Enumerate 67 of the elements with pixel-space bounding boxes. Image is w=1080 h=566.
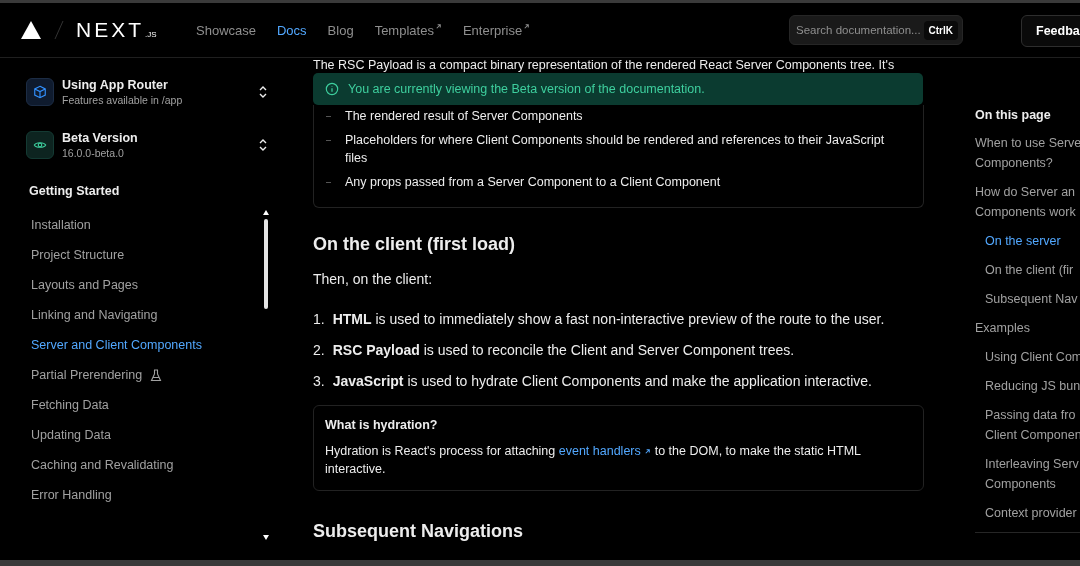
sidebar-item[interactable]: Error Handling xyxy=(26,480,300,510)
list-item: JavaScript is used to hydrate Client Components and make the application interactive. xyxy=(332,373,872,389)
info-icon xyxy=(325,82,339,96)
selector-subtitle: Features available in /app xyxy=(62,94,184,106)
dash-icon xyxy=(326,182,331,183)
sidebar-item[interactable]: Partial Prerendering xyxy=(26,360,300,390)
paragraph: Then, on the client: xyxy=(313,271,434,287)
eye-icon xyxy=(26,131,54,159)
list-number: 3. xyxy=(313,373,325,389)
nav-link[interactable]: Blog xyxy=(327,22,354,38)
toc-link[interactable]: When to use Serve Components? xyxy=(975,133,1080,173)
dash-icon xyxy=(326,116,331,117)
search-bar[interactable]: Search documentation... CtrlK xyxy=(789,15,963,45)
event-handlers-link[interactable]: event handlers xyxy=(558,444,652,458)
scrollbar[interactable] xyxy=(263,210,269,540)
sidebar-item[interactable]: Caching and Revalidating xyxy=(26,450,300,480)
list-item: Placeholders for where Client Components should be rendered and references to their JavaScript files xyxy=(345,132,886,167)
cube-icon xyxy=(26,78,54,106)
external-link-icon xyxy=(644,448,652,455)
toc-link[interactable]: Examples xyxy=(975,318,1080,338)
list-item: HTML is used to immediately show a fast non-interactive preview of the route to the user. xyxy=(332,311,885,327)
sidebar-item[interactable]: Fetching Data xyxy=(26,390,300,420)
selector-dropdown[interactable]: Using App Router Features available in /app xyxy=(26,78,268,106)
sidebar-item[interactable]: Layouts and Pages xyxy=(26,270,300,300)
list-item: The rendered result of Server Components xyxy=(345,108,583,125)
sidebar-item[interactable]: Linking and Navigating xyxy=(26,300,300,330)
logo-wordmark[interactable]: NEXT.JS xyxy=(76,18,157,42)
search-field[interactable]: Search documentation... xyxy=(796,24,924,36)
list-number: 2. xyxy=(313,342,325,358)
list-item: Any props passed from a Server Component to a Client Component xyxy=(345,174,721,191)
section-heading: Subsequent Navigations xyxy=(313,521,525,542)
feedback-button[interactable]: Feedba xyxy=(1021,15,1080,47)
dash-icon xyxy=(326,140,331,141)
sidebar-item[interactable]: Server and Client Components xyxy=(26,330,300,360)
nav-link[interactable]: Showcase xyxy=(196,22,256,38)
chevron-up-down-icon xyxy=(258,138,268,152)
callout-text: Hydration is React's process for attaching event handlers to the DOM, to make the static HTML interactive. xyxy=(325,443,862,478)
toc-link[interactable]: On the client (fir xyxy=(985,260,1080,280)
chevron-up-down-icon xyxy=(258,85,268,99)
selector-title: Beta Version xyxy=(62,131,139,145)
selector-subtitle: 16.0.0-beta.0 xyxy=(62,147,125,159)
section-heading: On the client (first load) xyxy=(313,234,516,255)
callout-title: What is hydration? xyxy=(325,418,439,432)
nav-link[interactable]: Templates xyxy=(374,22,442,38)
triangle-logo-icon[interactable] xyxy=(20,20,42,40)
banner-text: You are currently viewing the Beta version of the documentation. xyxy=(348,82,705,96)
sidebar-item[interactable]: Installation xyxy=(26,210,300,240)
selector-title: Using App Router xyxy=(62,78,169,92)
toc-link[interactable]: Reducing JS bun xyxy=(985,376,1080,396)
paragraph: The RSC Payload is a compact binary representation of the rendered React Server Components tree. It's xyxy=(313,58,896,73)
sidebar-item[interactable]: Updating Data xyxy=(26,420,300,450)
toc-link[interactable]: On the server xyxy=(985,231,1080,251)
toc-link[interactable]: Interleaving Serv Components xyxy=(985,454,1080,494)
toc-link[interactable]: Context provider xyxy=(985,503,1080,523)
list-item: RSC Payload is used to reconcile the Client and Server Component trees. xyxy=(332,342,795,358)
selector-dropdown[interactable]: Beta Version 16.0.0-beta.0 xyxy=(26,131,268,159)
section-title: Getting Started xyxy=(29,184,121,198)
keyboard-shortcut: CtrlK xyxy=(923,20,958,40)
nav-link[interactable]: Docs xyxy=(277,22,307,38)
list-number: 1. xyxy=(313,311,325,327)
nav-link[interactable]: Enterprise xyxy=(462,22,531,38)
toc-link[interactable]: Subsequent Nav xyxy=(985,289,1080,309)
toc-link[interactable]: How do Server an Components work xyxy=(975,182,1080,222)
sidebar-item[interactable]: Project Structure xyxy=(26,240,300,270)
toc-title: On this page xyxy=(975,108,1052,122)
slash-icon xyxy=(54,20,64,40)
toc-link[interactable]: Passing data fro Client Componen xyxy=(985,405,1080,445)
